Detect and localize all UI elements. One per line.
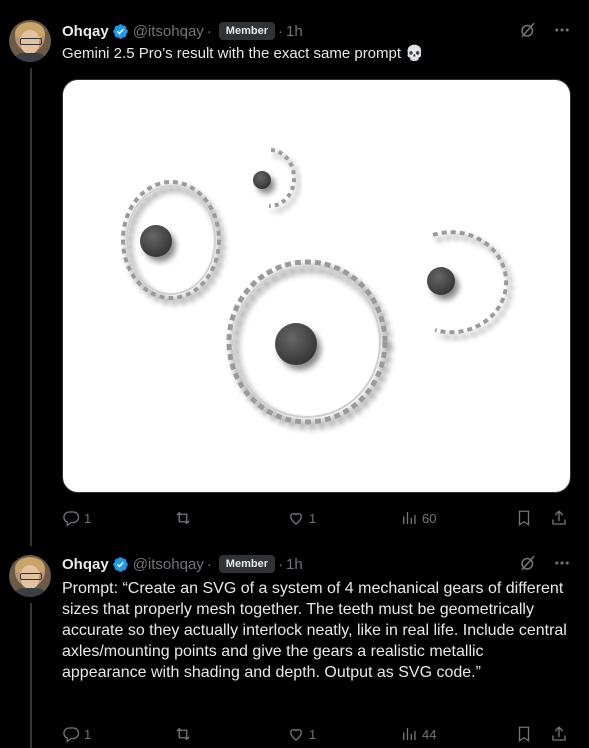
- tweet-top-actions: [519, 21, 571, 39]
- tweet-actions: 1 1 44: [62, 724, 574, 744]
- reply-count: 1: [84, 510, 92, 526]
- bookmark-button[interactable]: [515, 509, 533, 527]
- views-button[interactable]: 44: [400, 725, 436, 743]
- reply-icon: [63, 727, 80, 743]
- reply-button[interactable]: 1: [62, 509, 91, 527]
- reply-count: 1: [84, 726, 92, 742]
- like-button[interactable]: 1: [287, 725, 316, 743]
- views-icon: [403, 512, 416, 524]
- gear-left: [121, 180, 221, 300]
- timestamp[interactable]: 1h: [286, 23, 303, 40]
- thread-line: [30, 68, 32, 546]
- views-count: 60: [422, 510, 437, 526]
- verified-icon: [112, 23, 128, 39]
- retweet-button[interactable]: [174, 509, 196, 527]
- tweet-image[interactable]: [62, 79, 571, 493]
- author-name[interactable]: Ohqay: [62, 23, 109, 40]
- bookmark-icon: [518, 510, 530, 527]
- member-badge[interactable]: Member: [218, 555, 275, 573]
- share-icon: [552, 726, 566, 741]
- more-icon[interactable]: [553, 21, 571, 39]
- author-name[interactable]: Ohqay: [62, 556, 109, 573]
- retweet-icon: [176, 511, 190, 525]
- author-handle[interactable]: @itsohqay: [133, 23, 204, 40]
- member-badge[interactable]: Member: [218, 22, 275, 40]
- retweet-icon: [176, 727, 190, 741]
- more-icon[interactable]: [553, 554, 571, 572]
- tweet-text: Gemini 2.5 Pro’s result with the exact s…: [62, 45, 424, 62]
- views-button[interactable]: 60: [400, 509, 436, 527]
- avatar[interactable]: [9, 20, 51, 62]
- tweet-top-actions: [519, 554, 571, 572]
- like-icon: [290, 512, 302, 525]
- like-count: 1: [309, 510, 317, 526]
- bookmark-button[interactable]: [515, 725, 533, 743]
- reply-icon: [63, 511, 80, 527]
- bookmark-icon: [518, 726, 530, 743]
- gear-right: [427, 230, 509, 335]
- verified-icon: [112, 556, 128, 572]
- tweet-header: Ohqay @itsohqay · Member · 1h: [62, 554, 303, 574]
- gears-image: [121, 148, 509, 425]
- gear-small: [253, 148, 296, 209]
- separator: ·: [206, 22, 212, 40]
- views-count: 44: [422, 726, 437, 742]
- share-icon: [552, 510, 566, 525]
- share-button[interactable]: [550, 509, 568, 527]
- retweet-button[interactable]: [174, 725, 196, 743]
- author-handle[interactable]: @itsohqay: [133, 556, 204, 573]
- tweet-text: Prompt: “Create an SVG of a system of 4 …: [62, 580, 567, 681]
- timestamp[interactable]: 1h: [286, 556, 303, 573]
- like-button[interactable]: 1: [287, 509, 316, 527]
- views-icon: [403, 728, 416, 740]
- grok-icon[interactable]: [519, 21, 537, 39]
- separator: ·: [277, 555, 283, 573]
- avatar[interactable]: [9, 555, 51, 597]
- like-icon: [290, 728, 302, 741]
- tweet-header: Ohqay @itsohqay · Member · 1h: [62, 21, 303, 41]
- gear-large: [226, 259, 388, 425]
- share-button[interactable]: [550, 725, 568, 743]
- tweet-actions: 1 1 60: [62, 508, 574, 528]
- thread-line: [30, 603, 32, 748]
- like-count: 1: [309, 726, 317, 742]
- separator: ·: [277, 22, 283, 40]
- reply-button[interactable]: 1: [62, 725, 91, 743]
- grok-icon[interactable]: [519, 554, 537, 572]
- separator: ·: [206, 555, 212, 573]
